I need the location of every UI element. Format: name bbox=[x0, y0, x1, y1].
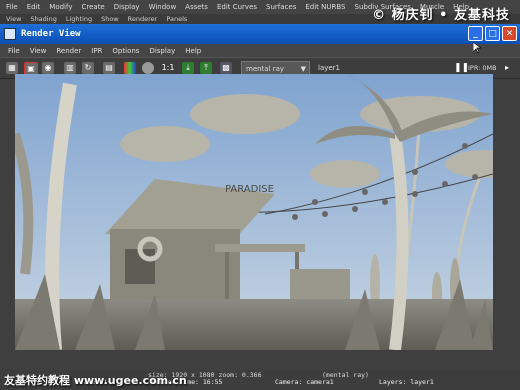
renderer-dropdown[interactable]: mental ray ▼ bbox=[241, 61, 310, 75]
redo-render-icon[interactable]: ▦ bbox=[6, 62, 18, 74]
menu-surfaces[interactable]: Surfaces bbox=[266, 3, 296, 11]
keep-image-icon[interactable]: ⤓ bbox=[182, 62, 194, 74]
menu-file[interactable]: File bbox=[6, 3, 18, 11]
menu-modify[interactable]: Modify bbox=[49, 3, 72, 11]
render-view-menubar: File View Render IPR Options Display Hel… bbox=[0, 44, 520, 57]
remove-image-icon[interactable]: ⤒ bbox=[200, 62, 212, 74]
real-size-button[interactable]: 1:1 bbox=[160, 62, 176, 74]
snapshot-icon[interactable]: ◉ bbox=[42, 62, 54, 74]
refresh-icon[interactable]: ↻ bbox=[82, 62, 94, 74]
panel-menu-show[interactable]: Show bbox=[101, 15, 119, 23]
panel-menu-shading[interactable]: Shading bbox=[30, 15, 56, 23]
rv-menu-file[interactable]: File bbox=[8, 47, 20, 55]
menu-edit[interactable]: Edit bbox=[27, 3, 41, 11]
status-layers: Layers: layer1 bbox=[379, 378, 434, 386]
panel-menu-renderer[interactable]: Renderer bbox=[128, 15, 158, 23]
menu-display[interactable]: Display bbox=[114, 3, 140, 11]
alpha-channel-icon[interactable] bbox=[142, 62, 154, 74]
menu-edit-nurbs[interactable]: Edit NURBS bbox=[305, 3, 345, 11]
maximize-button[interactable]: □ bbox=[485, 26, 500, 41]
rv-menu-help[interactable]: Help bbox=[185, 47, 201, 55]
rv-menu-view[interactable]: View bbox=[30, 47, 47, 55]
minimize-button[interactable]: _ bbox=[468, 26, 483, 41]
display-settings-icon[interactable]: ▩ bbox=[220, 62, 232, 74]
menu-window[interactable]: Window bbox=[149, 3, 177, 11]
window-app-icon bbox=[4, 28, 16, 40]
panel-menu-panels[interactable]: Panels bbox=[166, 15, 187, 23]
close-button[interactable]: ✕ bbox=[502, 26, 517, 41]
panel-menu-lighting[interactable]: Lighting bbox=[66, 15, 92, 23]
scroll-arrow-icon[interactable]: ▸ bbox=[503, 62, 511, 74]
rv-menu-options[interactable]: Options bbox=[112, 47, 139, 55]
rv-menu-display[interactable]: Display bbox=[149, 47, 175, 55]
rgb-channels-icon[interactable] bbox=[124, 62, 136, 74]
ipr-render-icon[interactable]: ▥ bbox=[64, 62, 76, 74]
rv-menu-ipr[interactable]: IPR bbox=[91, 47, 102, 55]
rendered-beach-scene: PARADISE bbox=[15, 74, 493, 350]
top-watermark: © 杨庆钊 • 友基科技 bbox=[372, 8, 510, 23]
render-layer-label: layer1 bbox=[318, 64, 341, 72]
window-titlebar[interactable]: Render View _ □ ✕ bbox=[0, 24, 520, 44]
panel-menu-view[interactable]: View bbox=[6, 15, 21, 23]
render-image-viewport[interactable]: PARADISE bbox=[15, 74, 493, 350]
menu-create[interactable]: Create bbox=[81, 3, 104, 11]
menu-assets[interactable]: Assets bbox=[185, 3, 208, 11]
mouse-cursor-icon bbox=[473, 42, 481, 54]
window-title: Render View bbox=[21, 29, 81, 39]
svg-text:PARADISE: PARADISE bbox=[225, 184, 274, 195]
ipr-memory-label: IPR: 0MB bbox=[468, 64, 497, 72]
status-camera: Camera: camera1 bbox=[275, 378, 334, 386]
menu-edit-curves[interactable]: Edit Curves bbox=[217, 3, 257, 11]
rv-menu-render[interactable]: Render bbox=[56, 47, 81, 55]
clapper-icon[interactable]: ▤ bbox=[103, 62, 115, 74]
bottom-watermark: 友基特约教程 www.ugee.com.cn bbox=[4, 374, 187, 387]
pause-icon[interactable]: ❚❚ bbox=[454, 62, 469, 74]
